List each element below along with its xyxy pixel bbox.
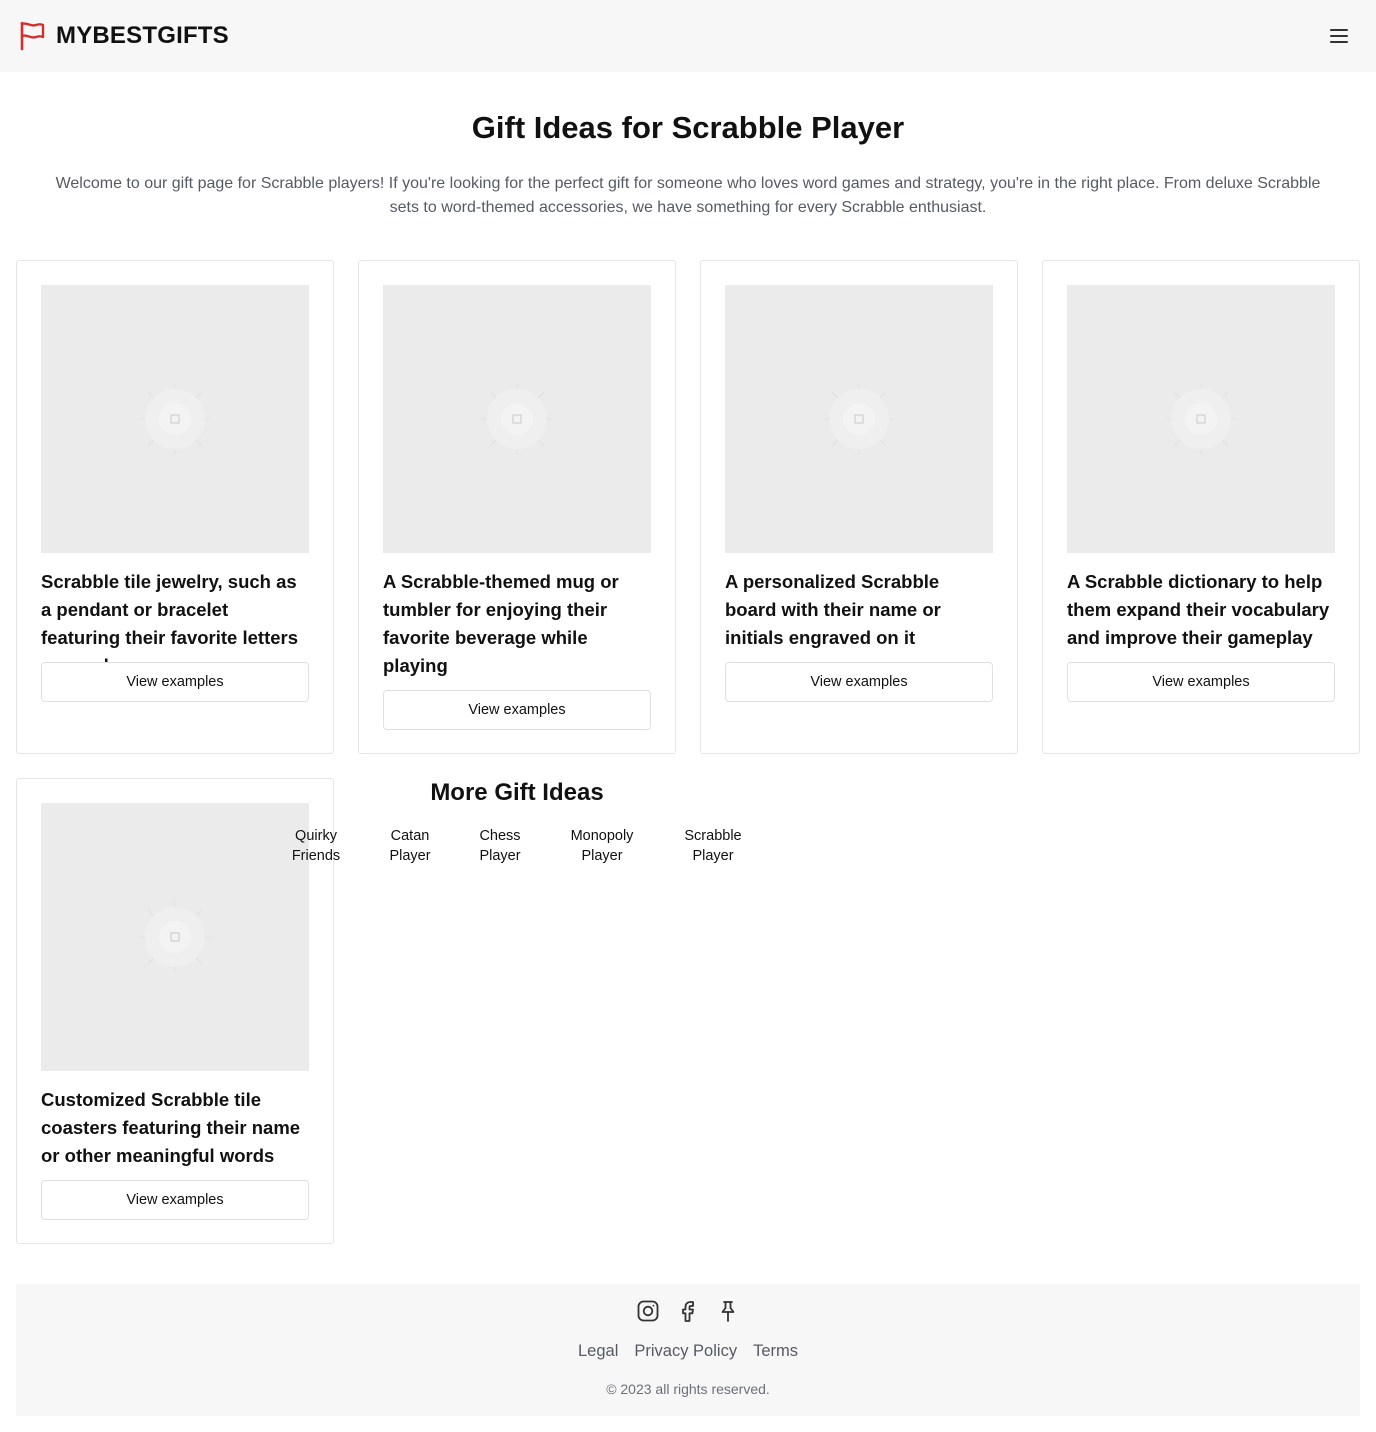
image-placeholder-icon [140, 384, 210, 454]
more-link-quirky-friends[interactable]: Quirky Friends [276, 826, 356, 866]
footer-link-privacy-policy[interactable]: Privacy Policy [634, 1342, 737, 1361]
more-link-line: Friends [291, 848, 341, 864]
footer-link-legal[interactable]: Legal [578, 1342, 618, 1361]
gift-image-placeholder [41, 803, 309, 1071]
more-link-line: Player [692, 848, 734, 864]
more-link-line: Monopoly [570, 828, 634, 844]
gift-card: A personalized Scrabble board with their… [700, 260, 1018, 754]
more-link-line: Player [479, 848, 521, 864]
more-link-catan-player[interactable]: Catan Player [375, 826, 445, 866]
view-examples-button[interactable]: View examples [41, 662, 309, 702]
image-placeholder-icon [482, 384, 552, 454]
instagram-icon[interactable] [636, 1299, 660, 1323]
footer-link-terms[interactable]: Terms [753, 1342, 798, 1361]
gift-card: Scrabble tile jewelry, such as a pendant… [16, 260, 334, 754]
image-placeholder-icon [1166, 384, 1236, 454]
more-link-scrabble-player[interactable]: Scrabble Player [672, 826, 754, 866]
gift-caption: A Scrabble-themed mug or tumbler for enj… [383, 571, 619, 676]
brand-name: MYBESTGIFTS [56, 22, 229, 49]
page-intro: Welcome to our gift page for Scrabble pl… [55, 175, 1321, 216]
footer-links: Legal Privacy Policy Terms [16, 1342, 1360, 1361]
view-examples-button[interactable]: View examples [41, 1180, 309, 1220]
more-link-line: Quirky [295, 828, 337, 844]
page-title: Gift Ideas for Scrabble Player [471, 110, 905, 145]
gift-image-placeholder [41, 285, 309, 553]
gift-caption: A Scrabble dictionary to help them expan… [1067, 571, 1330, 648]
pinterest-icon[interactable] [716, 1299, 740, 1323]
more-link-line: Chess [479, 828, 521, 844]
image-placeholder-icon [824, 384, 894, 454]
gift-card: A Scrabble dictionary to help them expan… [1042, 260, 1360, 754]
gift-card: A Scrabble-themed mug or tumbler for enj… [358, 260, 676, 754]
more-link-line: Player [581, 848, 623, 864]
view-examples-button[interactable]: View examples [725, 662, 993, 702]
copyright: © 2023 all rights reserved. [606, 1381, 770, 1397]
image-placeholder-icon [140, 902, 210, 972]
gift-image-placeholder [383, 285, 651, 553]
more-gift-ideas-title: More Gift Ideas [430, 779, 604, 806]
more-link-monopoly-player[interactable]: Monopoly Player [557, 826, 647, 866]
gift-caption: Customized Scrabble tile coasters featur… [41, 1089, 301, 1166]
more-link-line: Scrabble [684, 828, 742, 844]
gift-caption: A personalized Scrabble board with their… [725, 571, 941, 648]
more-link-line: Catan [390, 828, 430, 844]
site-footer: Legal Privacy Policy Terms © 2023 all ri… [16, 1284, 1360, 1416]
menu-icon[interactable] [1330, 26, 1350, 46]
view-examples-button[interactable]: View examples [1067, 662, 1335, 702]
view-examples-button[interactable]: View examples [383, 690, 651, 730]
gift-image-placeholder [725, 285, 993, 553]
brand[interactable]: MYBESTGIFTS [18, 21, 229, 51]
gift-image-placeholder [1067, 285, 1335, 553]
more-link-chess-player[interactable]: Chess Player [465, 826, 535, 866]
social-links [16, 1299, 1360, 1323]
flag-icon [20, 21, 45, 51]
more-link-line: Player [389, 848, 431, 864]
site-header: MYBESTGIFTS [0, 0, 1376, 72]
facebook-icon[interactable] [676, 1299, 700, 1323]
